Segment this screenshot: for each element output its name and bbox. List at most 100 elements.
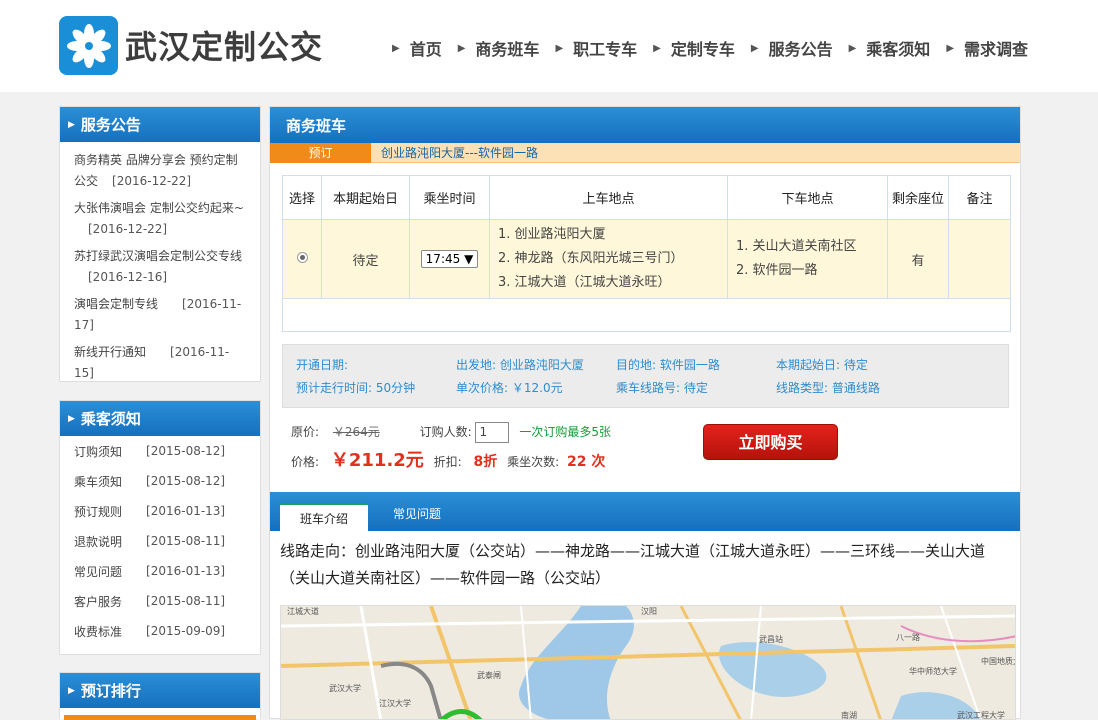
final-price: ￥211.2元 <box>330 450 424 471</box>
select-radio[interactable] <box>296 251 308 263</box>
nav-item-home[interactable]: ▶ 首页 <box>392 36 442 60</box>
route-name: 创业路沌阳大厦---软件园一路 <box>381 146 538 160</box>
discount: 8折 <box>473 454 498 470</box>
notice-item[interactable]: 预订规则 [2016-01-13] <box>60 496 260 526</box>
nav-item-custom-bus[interactable]: ▶ 定制专车 <box>653 36 735 60</box>
notice-item[interactable]: 乘车须知 [2015-08-12] <box>60 466 260 496</box>
original-price: ￥264元 <box>332 425 380 439</box>
buy-now-button[interactable]: 立即购买 <box>703 424 838 460</box>
arrow-right-icon: ▶ <box>68 119 75 130</box>
open-date: 开通日期: <box>296 358 349 372</box>
duration: 预计走行时间: 50分钟 <box>296 381 416 395</box>
pickup-cell: 1. 创业路沌阳大厦 2. 神龙路（东风阳光城三号门） 3. 江城大道（江城大道… <box>489 219 728 299</box>
col-header: 下车地点 <box>727 175 888 220</box>
ranking-panel: ▶ 预订排行 <box>59 672 261 720</box>
map-label: 江汉大学 <box>379 698 411 708</box>
col-header: 备注 <box>948 175 1011 220</box>
seats-cell: 有 <box>887 219 949 299</box>
ride-count: 22 次 <box>566 454 606 470</box>
notice-item[interactable]: 订购须知 [2015-08-12] <box>60 436 260 466</box>
dropoff-stop: 2. 软件园一路 <box>736 263 818 278</box>
news-item[interactable]: 大张伟演唱会 定制公交约起来~[2016-12-22] <box>60 198 260 240</box>
route-description: 线路走向：创业路沌阳大厦（公交站）——神龙路——江城大道（江城大道永旺）——三环… <box>280 542 986 587</box>
pickup-stop: 3. 江城大道（江城大道永旺） <box>498 275 671 290</box>
map-label: 汉阳 <box>641 607 657 616</box>
price-row-1: 原价: ￥264元 订购人数: 1 一次订购最多5张 <box>291 422 611 443</box>
site-header: 武汉定制公交 ▶ 首页 ▶ 商务班车 ▶ 职工专车 ▶ 定制专车 ▶ 服务公告 ▶ 乘客须知… <box>0 0 1098 92</box>
ranking-header: ▶ 预订排行 <box>60 673 260 708</box>
schedule-table: 选择 本期起始日 乘坐时间 上车地点 下车地点 剩余座位 备注 待定 17:45… <box>282 175 1011 332</box>
notice-item[interactable]: 退款说明 [2015-08-11] <box>60 526 260 556</box>
notices-panel: ▶ 乘客须知 订购须知 [2015-08-12] 乘车须知 [2015-08-12]… <box>59 400 261 655</box>
site-title[interactable]: 武汉定制公交 <box>125 22 323 68</box>
nav-item-announcements[interactable]: ▶ 服务公告 <box>751 36 833 60</box>
price-area: 原价: ￥264元 订购人数: 1 一次订购最多5张 价格: ￥211.2元 折… <box>282 412 1009 472</box>
line-type: 线路类型: 普通线路 <box>776 381 880 395</box>
news-item[interactable]: 苏打绿武汉演唱会定制公交专线[2016-12-16] <box>60 246 260 288</box>
reserve-tag[interactable]: 预订 <box>270 142 371 163</box>
route-bar: 预订 创业路沌阳大厦---软件园一路 <box>270 142 1020 163</box>
arrow-right-icon: ▶ <box>68 685 75 696</box>
tab-introduction[interactable]: 班车介绍 <box>280 503 368 531</box>
price-row-2: 价格: ￥211.2元 折扣: 8折 乘坐次数: 22 次 <box>291 450 606 471</box>
map-label: 华中师范大学 <box>909 666 957 676</box>
nav-item-survey[interactable]: ▶ 需求调查 <box>946 36 1028 60</box>
col-header: 选择 <box>282 175 322 220</box>
map-label: 武汉大学 <box>329 683 361 693</box>
main-title: 商务班车 <box>270 107 1020 143</box>
tab-faq[interactable]: 常见问题 <box>375 500 459 528</box>
main-nav: ▶ 首页 ▶ 商务班车 ▶ 职工专车 ▶ 定制专车 ▶ 服务公告 ▶ 乘客须知 ▶ 需求调查 <box>392 36 1044 60</box>
col-header: 上车地点 <box>489 175 728 220</box>
announcements-panel: ▶ 服务公告 商务精英 品牌分享会 预约定制公交 [2016-12-22] 大张伟… <box>59 106 261 382</box>
route-info: 开通日期: 出发地: 创业路沌阳大厦 目的地: 软件园一路 本期起始日: 待定 … <box>282 344 1009 408</box>
announcements-header: ▶ 服务公告 <box>60 107 260 142</box>
nav-item-staff-bus[interactable]: ▶ 职工专车 <box>555 36 637 60</box>
dropoff-stop: 1. 关山大道关南社区 <box>736 239 857 254</box>
arrow-right-icon: ▶ <box>555 42 564 54</box>
news-item[interactable]: 商务精英 品牌分享会 预约定制公交 [2016-12-22] <box>60 150 260 192</box>
note-cell <box>948 219 1011 299</box>
arrow-right-icon: ▶ <box>653 42 661 54</box>
dropdown-arrow-icon: ▼ <box>464 252 474 266</box>
map-label: 武泰闸 <box>477 670 501 680</box>
notice-item[interactable]: 客户服务 [2015-08-11] <box>60 586 260 616</box>
unit-price: 单次价格: ￥12.0元 <box>456 381 563 395</box>
map-label: 中国地质大学 <box>981 656 1016 666</box>
notice-item[interactable]: 常见问题 [2016-01-13] <box>60 556 260 586</box>
time-select[interactable]: 17:45 ▼ <box>420 250 479 268</box>
arrow-right-icon: ▶ <box>848 42 857 54</box>
period-start: 本期起始日: 待定 <box>776 358 868 372</box>
col-header: 本期起始日 <box>321 175 410 220</box>
arrow-right-icon: ▶ <box>946 42 955 54</box>
quantity-note: 一次订购最多5张 <box>519 425 611 439</box>
select-cell[interactable] <box>282 219 322 299</box>
nav-item-passenger-notice[interactable]: ▶ 乘客须知 <box>849 36 931 60</box>
arrow-right-icon: ▶ <box>750 42 759 54</box>
arrow-right-icon: ▶ <box>68 413 75 424</box>
nav-item-business-bus[interactable]: ▶ 商务班车 <box>458 36 540 60</box>
map-label: 江城大道 <box>287 606 319 616</box>
time-cell: 17:45 ▼ <box>409 219 490 299</box>
news-item[interactable]: 新线开行通知 [2016-11-15] <box>60 342 260 384</box>
ranking-list-stub <box>64 715 256 720</box>
col-header: 乘坐时间 <box>409 175 490 220</box>
arrow-right-icon: ▶ <box>457 42 466 54</box>
pickup-stop: 2. 神龙路（东风阳光城三号门） <box>498 251 684 266</box>
table-row[interactable]: 待定 17:45 ▼ 1. 创业路沌阳大厦 2. 神龙路（东风阳光城三号门） 3… <box>282 219 1011 299</box>
map-label: 武昌站 <box>759 634 783 644</box>
route-map[interactable]: 江城大道 汉阳 武汉大学 华中师范大学 武昌站 八一路 中国地质大学 江汉大学 … <box>280 605 1016 720</box>
table-row-empty <box>282 298 1011 332</box>
detail-tabs: 班车介绍 常见问题 <box>270 492 1020 531</box>
logo-icon[interactable] <box>59 16 118 75</box>
line-number: 乘车线路号: 待定 <box>616 381 708 395</box>
col-header: 剩余座位 <box>887 175 949 220</box>
pickup-stop: 1. 创业路沌阳大厦 <box>498 227 606 242</box>
dropoff-cell: 1. 关山大道关南社区 2. 软件园一路 <box>727 219 888 299</box>
departure: 出发地: 创业路沌阳大厦 <box>456 358 584 372</box>
notice-item[interactable]: 收费标准 [2015-09-09] <box>60 616 260 646</box>
quantity-input[interactable]: 1 <box>475 422 510 443</box>
arrow-right-icon: ▶ <box>392 42 400 54</box>
notices-header: ▶ 乘客须知 <box>60 401 260 436</box>
destination: 目的地: 软件园一路 <box>616 358 720 372</box>
news-item[interactable]: 演唱会定制专线 [2016-11-17] <box>60 294 260 336</box>
